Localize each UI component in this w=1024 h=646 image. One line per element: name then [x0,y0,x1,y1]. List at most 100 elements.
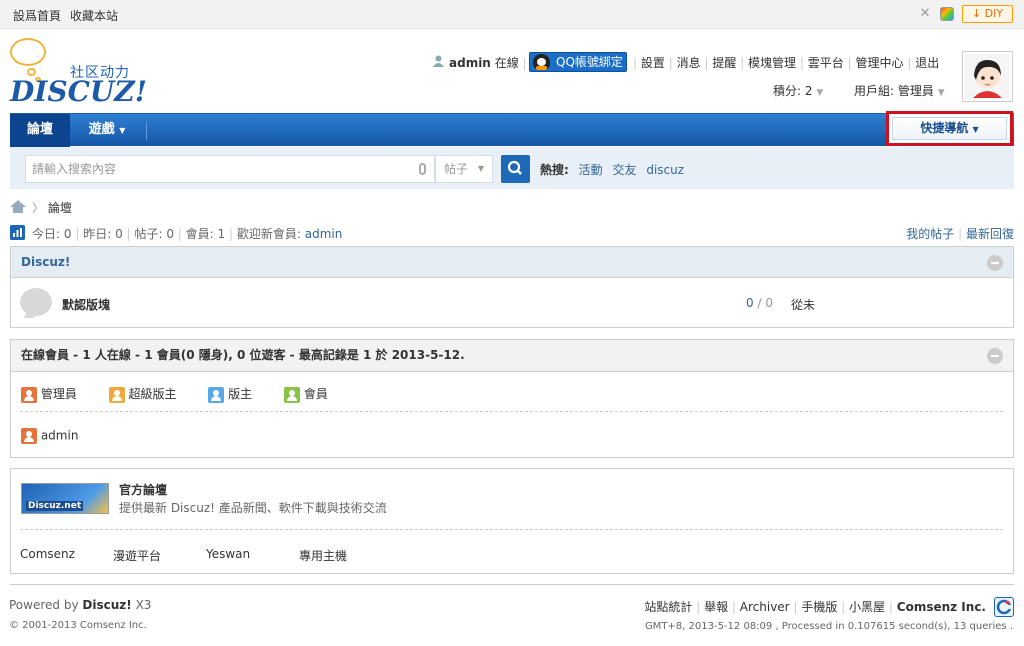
bookmark-link[interactable]: 收藏本站 [70,9,118,23]
collapse-icon[interactable] [987,255,1003,271]
hot-searches: 熱搜: 活動 交友 discuz [540,161,684,178]
switch-width-icon[interactable]: ✕ [918,7,932,21]
category-header[interactable]: Discuz! [11,247,1013,278]
nav-forum-label: 論壇 [26,122,53,137]
breadcrumb-current[interactable]: 論壇 [48,201,72,215]
legend-admin: 管理員 [40,387,77,401]
diy-button[interactable]: ↓ DIY [962,5,1013,23]
block-manage-link[interactable]: 模塊管理 [748,56,796,70]
blacklist-link[interactable]: 小黑屋 [849,600,885,614]
friend-link[interactable]: 專用主機 [299,547,347,564]
usergroup-menu[interactable]: 用戶組: 管理員 ▼ [854,82,945,99]
cloud-platform-link[interactable]: 雲平台 [808,56,844,70]
logo-bubble-icon [10,38,46,66]
posts-label: 帖子: [134,227,163,241]
search-type-select[interactable]: 帖子 ▼ [435,155,493,183]
search-button[interactable] [501,155,530,183]
main-nav: 論壇 遊戲 ▼ [10,113,1014,147]
chevron-down-icon: ▼ [972,125,979,134]
legend-member: 會員 [303,387,328,401]
forum-name-link[interactable]: 默認版塊 [62,296,110,313]
messages-link[interactable]: 消息 [677,56,701,70]
count-divider: / [757,296,762,310]
report-link[interactable]: 舉報 [704,600,728,614]
site-logo[interactable]: 社区动力 DISCUZ! [10,38,148,108]
my-links: 我的帖子 | 最新回復 [906,227,1014,241]
microphone-icon[interactable] [419,163,426,175]
qq-bind-label: QQ帳號綁定 [556,55,623,69]
yesterday-label: 昨日: [83,227,112,241]
friend-link[interactable]: 漫遊平台 [113,547,161,564]
hot-search-link[interactable]: discuz [646,163,684,177]
comsenz-link[interactable]: Comsenz Inc. [897,600,986,614]
friend-link[interactable]: Yeswan [206,547,250,561]
yesterday-count: 0 [115,227,123,241]
quick-nav-button[interactable]: 快捷導航 ▼ [892,117,1007,140]
site-verify-icon[interactable] [994,597,1014,617]
discuz-net-logo[interactable]: Discuz.net [21,483,109,514]
nav-games-label: 遊戲 [88,122,115,137]
friend-link[interactable]: Comsenz [20,547,75,561]
admin-badge-icon [21,386,37,403]
stats-link[interactable]: 站點統計 [644,600,692,614]
stats-chart-icon [10,225,25,240]
online-status: 在線 [494,56,519,70]
discuz-net-logo-text: Discuz.net [26,501,84,511]
footer-divider [10,584,1014,585]
latest-replies-link[interactable]: 最新回復 [966,227,1014,241]
super-mod-badge-icon [108,386,125,403]
discuz-link[interactable]: Discuz! [82,598,131,612]
powered-by: Powered by Discuz! X3 [9,598,151,612]
footer-links: 站點統計 | 舉報 | Archiver | 手機版 | 小黑屋 | Comse… [644,600,986,614]
username-link[interactable]: admin [449,56,491,70]
thread-count: 0 [746,296,754,310]
online-legend: 管理員 超級版主 版主 會員 [21,385,328,403]
nav-item-games[interactable]: 遊戲 ▼ [72,114,142,147]
user-status: admin 在線 | [449,56,527,70]
avatar-girl-icon [965,54,1010,99]
online-header[interactable]: 在線會員 - 1 人在線 - 1 會員(0 隱身), 0 位遊客 - 最高記錄是… [11,340,1013,372]
mod-badge-icon [208,386,225,403]
hot-search-link[interactable]: 交友 [612,163,636,177]
hot-search-label: 熱搜: [540,163,569,177]
archiver-link[interactable]: Archiver [740,600,790,614]
newest-member-link[interactable]: admin [305,227,343,241]
user-icon [433,55,444,67]
divider [20,411,1003,412]
today-label: 今日: [32,227,61,241]
c-logo-icon [996,599,1013,615]
color-theme-icon[interactable] [940,7,954,21]
legend-super-mod: 超級版主 [128,387,177,401]
hot-search-link[interactable]: 活動 [579,163,603,177]
logo-wordmark: DISCUZ! [10,75,148,108]
admin-center-link[interactable]: 管理中心 [855,56,903,70]
official-forum-link[interactable]: 官方論壇 [119,481,167,498]
category-title[interactable]: Discuz! [21,255,70,269]
notifications-link[interactable]: 提醒 [712,56,736,70]
online-user-link[interactable]: admin [41,429,79,443]
debug-info: GMT+8, 2013-5-12 08:09 , Processed in 0.… [644,621,1013,632]
qq-bind-button[interactable]: QQ帳號綁定 [529,52,627,72]
forum-bubble-icon [20,288,52,316]
nav-item-forum[interactable]: 論壇 [10,114,70,147]
online-header-text[interactable]: 在線會員 - 1 人在線 - 1 會員(0 隱身), 0 位遊客 - 最高記錄是… [21,348,465,362]
search-input[interactable]: 請輸入搜索內容 [25,155,435,183]
avatar[interactable] [962,51,1013,102]
chevron-down-icon: ▼ [119,126,126,135]
admin-badge-icon [21,428,37,444]
collapse-icon[interactable] [987,348,1003,364]
user-links: | 設置 | 消息 | 提醒 | 模塊管理 | 雲平台 | 管理中心 | 退出 [633,56,940,70]
credits-menu[interactable]: 積分: 2 ▼ [773,82,823,99]
home-icon[interactable] [10,200,26,213]
settings-link[interactable]: 設置 [641,56,665,70]
members-label: 會員: [185,227,214,241]
set-homepage-link[interactable]: 設爲首頁 [13,9,61,23]
divider [20,529,1003,530]
logout-link[interactable]: 退出 [915,56,939,70]
quick-nav-label: 快捷導航 [920,121,969,135]
my-posts-link[interactable]: 我的帖子 [906,227,954,241]
mobile-link[interactable]: 手機版 [801,600,837,614]
search-placeholder: 請輸入搜索內容 [32,162,117,176]
credits-label: 積分: 2 [773,84,813,98]
copyright: © 2001-2013 Comsenz Inc. [9,620,147,631]
